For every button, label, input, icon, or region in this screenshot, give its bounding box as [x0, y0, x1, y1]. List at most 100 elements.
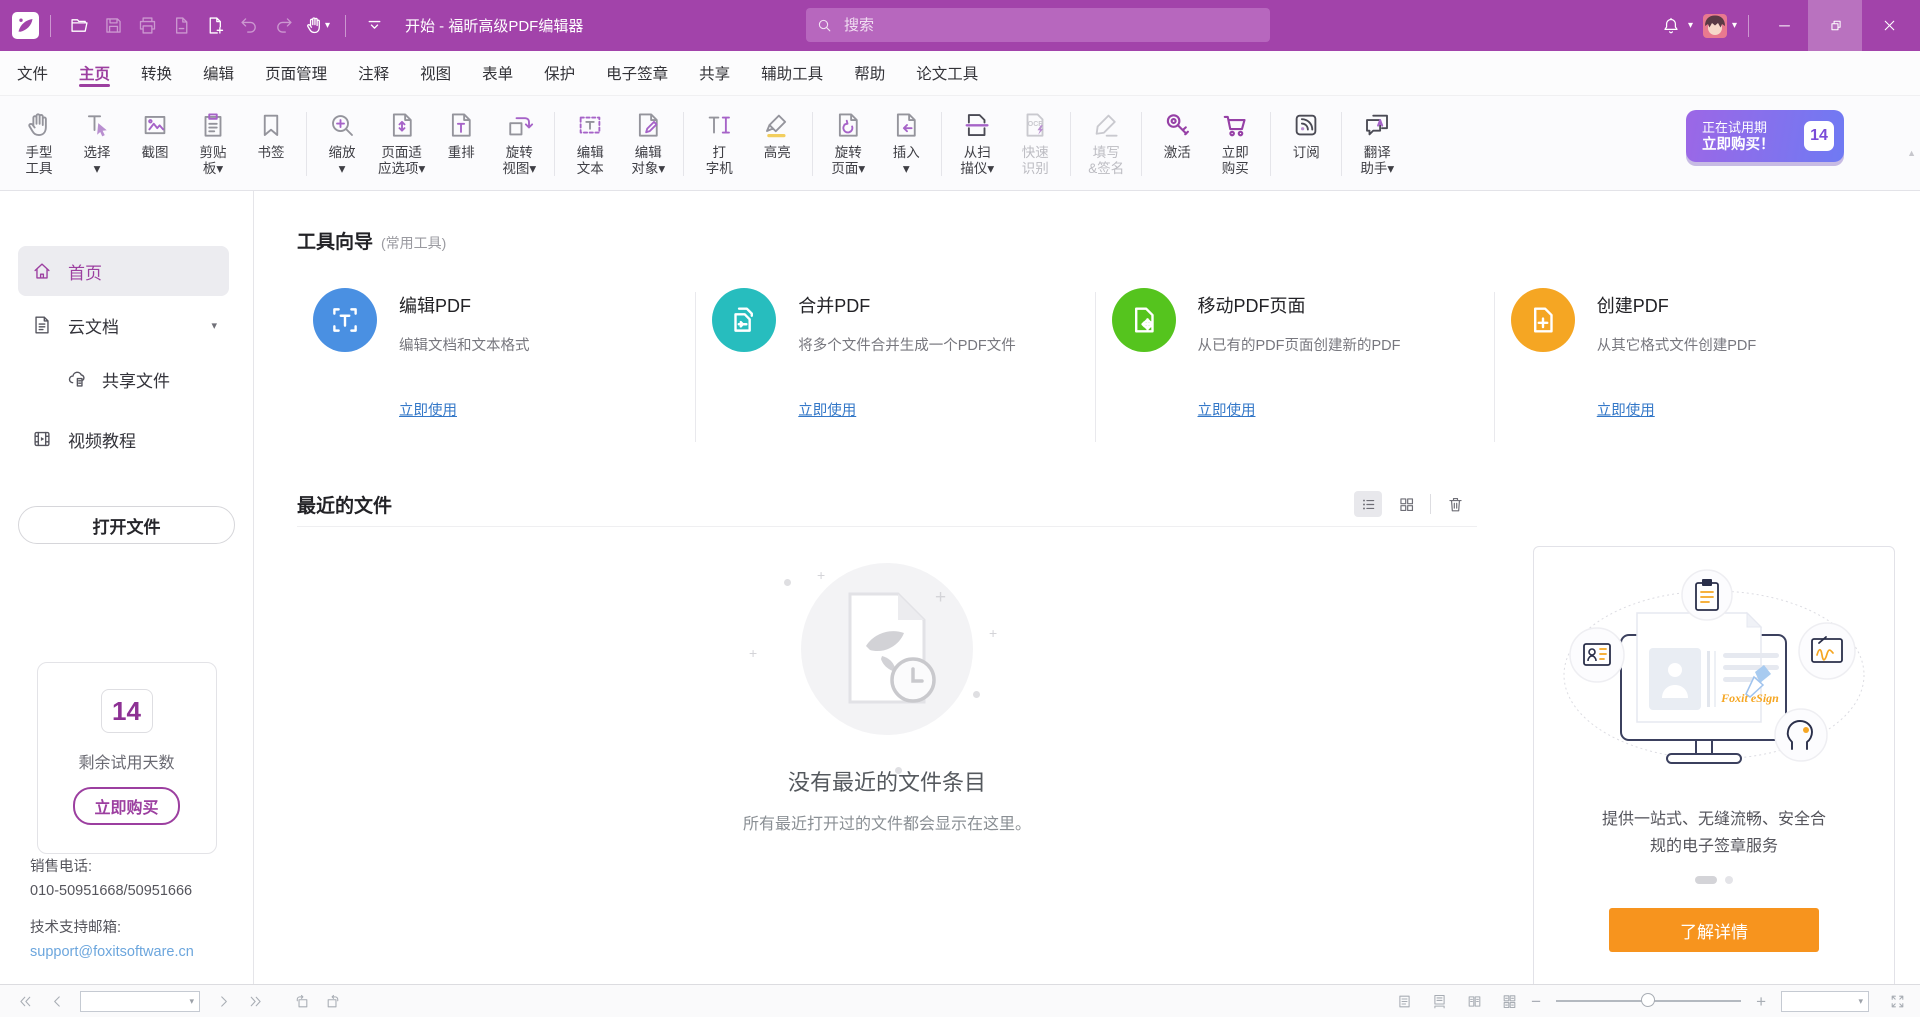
redo-icon-button[interactable]: [266, 9, 300, 43]
save-icon-button[interactable]: [96, 9, 130, 43]
menu-help[interactable]: 帮助: [854, 51, 885, 95]
menu-form[interactable]: 表单: [482, 51, 513, 95]
continuous-view-button[interactable]: [1426, 988, 1452, 1014]
tool-activate[interactable]: 激活: [1148, 110, 1206, 177]
use-now-link[interactable]: 立即使用: [399, 399, 457, 420]
zoom-in-icon[interactable]: +: [1756, 993, 1766, 1010]
caret-down-icon[interactable]: ▾: [1853, 996, 1868, 1007]
search-box[interactable]: [806, 8, 1270, 42]
first-page-button[interactable]: [12, 988, 38, 1014]
continuous-facing-view-button[interactable]: [1496, 988, 1522, 1014]
sidebar-item-video-tutorials[interactable]: 视频教程: [18, 414, 229, 464]
carousel-dot-active[interactable]: [1695, 876, 1717, 884]
card-create-pdf[interactable]: 创建PDF 从其它格式文件创建PDF 立即使用: [1495, 288, 1893, 442]
undo-icon-button[interactable]: [232, 9, 266, 43]
fullscreen-button[interactable]: [1884, 988, 1910, 1014]
tool-reflow[interactable]: 重排: [432, 110, 490, 177]
menu-esign[interactable]: 电子签章: [606, 51, 668, 95]
notifications-bell-button[interactable]: [1654, 9, 1688, 43]
open-file-icon-button[interactable]: [62, 9, 96, 43]
tool-snapshot[interactable]: 截图: [126, 110, 184, 177]
tool-edit-text[interactable]: 编辑文本: [561, 110, 619, 177]
single-page-view-button[interactable]: [1391, 988, 1417, 1014]
list-view-button[interactable]: [1354, 491, 1382, 517]
menu-file[interactable]: 文件: [17, 51, 48, 95]
tool-select[interactable]: 选择▾: [68, 110, 126, 177]
sidebar-item-home[interactable]: 首页: [18, 246, 229, 296]
tool-highlight[interactable]: 高亮: [748, 110, 806, 177]
use-now-link[interactable]: 立即使用: [798, 399, 856, 420]
collapse-ribbon-button[interactable]: [357, 9, 391, 43]
carousel-dot[interactable]: [1725, 876, 1733, 884]
menu-accessibility[interactable]: 辅助工具: [761, 51, 823, 95]
previous-page-button[interactable]: [44, 988, 70, 1014]
card-move-pdf-pages[interactable]: 移动PDF页面 从已有的PDF页面创建新的PDF 立即使用: [1096, 288, 1494, 442]
rotate-left-button[interactable]: [288, 988, 314, 1014]
tool-rotate-pages[interactable]: 旋转页面▾: [819, 110, 877, 177]
tool-edit-object[interactable]: 编辑对象▾: [619, 110, 677, 177]
zoom-slider-handle[interactable]: [1641, 993, 1655, 1007]
tool-page-fit[interactable]: 页面适应选项▾: [371, 110, 432, 177]
menu-view[interactable]: 视图: [420, 51, 451, 95]
tool-quick-ocr[interactable]: OCR 快速识别: [1006, 110, 1064, 177]
tool-hand[interactable]: 手型工具: [10, 110, 68, 177]
clear-recent-button[interactable]: [1441, 491, 1469, 517]
menu-protect[interactable]: 保护: [544, 51, 575, 95]
tool-subscribe[interactable]: 订阅: [1277, 110, 1335, 177]
print-icon-button[interactable]: [130, 9, 164, 43]
zoom-out-icon[interactable]: −: [1531, 993, 1541, 1010]
menu-convert[interactable]: 转换: [141, 51, 172, 95]
zoom-level-input[interactable]: [1782, 994, 1853, 1008]
card-merge-pdf[interactable]: 合并PDF 将多个文件合并生成一个PDF文件 立即使用: [696, 288, 1094, 442]
support-email-link[interactable]: support@foxitsoftware.cn: [30, 940, 194, 964]
page-number-combobox[interactable]: ▾: [80, 991, 200, 1012]
open-file-button[interactable]: 打开文件: [18, 506, 235, 544]
tool-from-scanner[interactable]: 从扫描仪▾: [948, 110, 1006, 177]
user-avatar[interactable]: [1703, 14, 1727, 38]
zoom-slider[interactable]: [1556, 1000, 1741, 1002]
card-edit-pdf[interactable]: 编辑PDF 编辑文档和文本格式 立即使用: [297, 288, 695, 442]
next-page-button[interactable]: [210, 988, 236, 1014]
menu-page-manage[interactable]: 页面管理: [265, 51, 327, 95]
extract-page-icon-button[interactable]: [164, 9, 198, 43]
menu-comment[interactable]: 注释: [358, 51, 389, 95]
tool-typewriter[interactable]: 打字机: [690, 110, 748, 177]
tool-fill-sign[interactable]: 填写&签名: [1077, 110, 1135, 177]
tool-translate-assistant[interactable]: 翻译助手▾: [1348, 110, 1406, 177]
hand-tool-quick-button[interactable]: ▾: [300, 9, 334, 43]
menu-home[interactable]: 主页: [79, 51, 110, 95]
tool-buy-now[interactable]: 立即购买: [1206, 110, 1264, 177]
use-now-link[interactable]: 立即使用: [1198, 399, 1256, 420]
tool-bookmark[interactable]: 书签: [242, 110, 300, 177]
menu-edit[interactable]: 编辑: [203, 51, 234, 95]
caret-down-icon[interactable]: ▾: [1732, 21, 1737, 31]
menu-share[interactable]: 共享: [699, 51, 730, 95]
last-page-button[interactable]: [242, 988, 268, 1014]
menu-paper-tools[interactable]: 论文工具: [916, 51, 978, 95]
minimize-button[interactable]: [1760, 0, 1808, 51]
tool-zoom[interactable]: 缩放▾: [313, 110, 371, 177]
sidebar-item-cloud-docs[interactable]: 云文档 ▾: [18, 300, 229, 350]
buy-now-button[interactable]: 立即购买: [73, 787, 179, 825]
rotate-right-button[interactable]: [320, 988, 346, 1014]
scrollbar-up-arrow[interactable]: ▲: [1907, 148, 1916, 158]
tool-insert-pages[interactable]: 插入▾: [877, 110, 935, 177]
caret-down-icon[interactable]: ▾: [184, 996, 199, 1007]
trial-buy-badge[interactable]: 正在试用期 立即购买！ 14: [1686, 110, 1844, 162]
new-document-icon-button[interactable]: [198, 9, 232, 43]
card-description: 编辑文档和文本格式: [399, 334, 530, 355]
tool-clipboard[interactable]: 剪贴板▾: [184, 110, 242, 177]
sidebar-item-shared-files[interactable]: 共享文件: [18, 354, 229, 404]
use-now-link[interactable]: 立即使用: [1597, 399, 1655, 420]
zoom-level-combobox[interactable]: ▾: [1781, 991, 1869, 1012]
caret-down-icon[interactable]: ▾: [211, 319, 217, 332]
grid-view-button[interactable]: [1392, 491, 1420, 517]
close-button[interactable]: [1862, 0, 1916, 51]
search-input[interactable]: [842, 16, 1260, 35]
facing-view-button[interactable]: [1461, 988, 1487, 1014]
maximize-restore-button[interactable]: [1808, 0, 1862, 51]
learn-more-button[interactable]: 了解详情: [1609, 908, 1819, 952]
page-number-input[interactable]: [81, 994, 184, 1008]
caret-down-icon[interactable]: ▾: [1688, 21, 1693, 31]
tool-rotate-view[interactable]: 旋转视图▾: [490, 110, 548, 177]
